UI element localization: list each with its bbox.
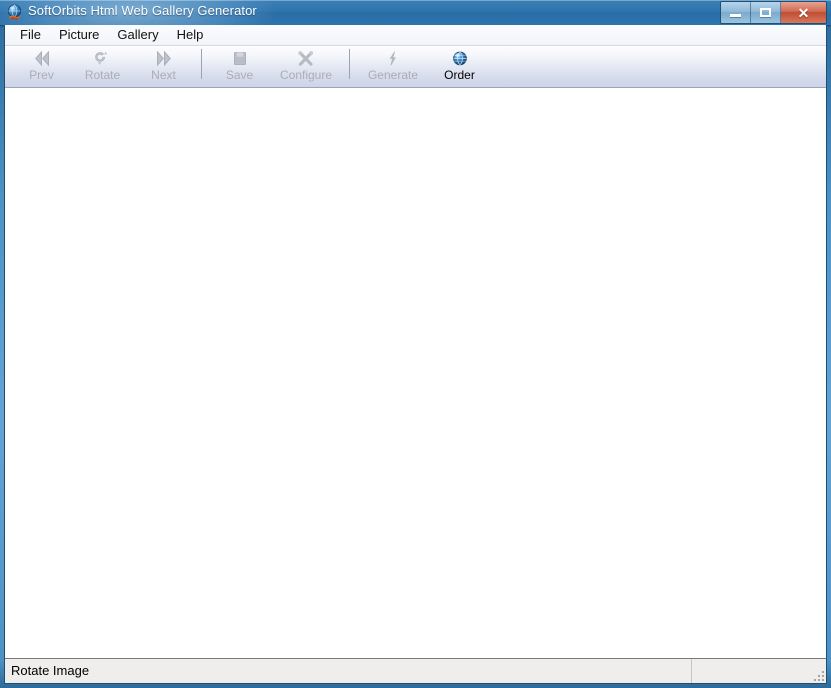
- window-controls: ✕: [720, 1, 827, 24]
- globe-icon: [449, 49, 471, 68]
- toolbar-button-next[interactable]: Next: [133, 46, 194, 86]
- app-globe-icon: [6, 4, 23, 21]
- menu-help[interactable]: Help: [168, 26, 213, 45]
- status-message: Rotate Image: [5, 659, 692, 683]
- menu-file[interactable]: File: [11, 26, 50, 45]
- close-button[interactable]: ✕: [781, 2, 826, 23]
- minimize-icon: [730, 14, 741, 17]
- menu-bar: File Picture Gallery Help: [5, 25, 826, 46]
- toolbar-separator-2: [349, 49, 350, 79]
- save-disk-icon: [229, 49, 251, 68]
- lightning-bolt-icon: [382, 49, 404, 68]
- maximize-icon: [760, 8, 771, 17]
- status-bar: Rotate Image: [5, 658, 826, 683]
- menu-picture-label: Picture: [58, 26, 100, 42]
- menu-help-label: Help: [176, 26, 204, 42]
- toolbar-label-next: Next: [151, 68, 176, 82]
- application-window: SoftOrbits Html Web Gallery Generator ✕ …: [0, 0, 831, 688]
- toolbar-label-rotate: Rotate: [84, 68, 121, 82]
- title-bar[interactable]: SoftOrbits Html Web Gallery Generator ✕: [0, 0, 831, 25]
- toolbar-label-generate: Generate: [367, 68, 419, 82]
- arrow-right-icon: [153, 49, 175, 68]
- minimize-button[interactable]: [721, 2, 751, 23]
- toolbar-button-prev[interactable]: Prev: [11, 46, 72, 86]
- menu-gallery-label: Gallery: [117, 26, 159, 42]
- close-icon: ✕: [797, 4, 810, 21]
- toolbar-button-rotate[interactable]: Rotate: [72, 46, 133, 86]
- rotate-icon: [92, 49, 114, 68]
- resize-grip-icon[interactable]: [812, 669, 824, 681]
- toolbar-button-save[interactable]: Save: [209, 46, 270, 86]
- image-canvas[interactable]: [5, 88, 826, 658]
- toolbar-button-order[interactable]: Order: [429, 46, 490, 86]
- menu-picture[interactable]: Picture: [50, 26, 108, 45]
- menu-file-label: File: [20, 26, 41, 42]
- toolbar: Prev Rotate Next Save Configure Generate…: [5, 46, 826, 88]
- toolbar-button-configure[interactable]: Configure: [270, 46, 342, 86]
- status-pane-secondary: [692, 659, 826, 683]
- toolbar-label-order: Order: [444, 68, 475, 82]
- window-title: SoftOrbits Html Web Gallery Generator: [28, 3, 257, 18]
- arrow-left-icon: [31, 49, 53, 68]
- client-area: File Picture Gallery Help Prev Rotate Ne…: [4, 25, 827, 684]
- toolbar-label-configure: Configure: [279, 68, 333, 82]
- toolbar-separator-1: [201, 49, 202, 79]
- toolbar-label-save: Save: [225, 68, 254, 82]
- toolbar-button-generate[interactable]: Generate: [357, 46, 429, 86]
- tools-cross-icon: [295, 49, 317, 68]
- menu-gallery[interactable]: Gallery: [108, 26, 167, 45]
- toolbar-label-prev: Prev: [29, 68, 54, 82]
- maximize-button[interactable]: [751, 2, 781, 23]
